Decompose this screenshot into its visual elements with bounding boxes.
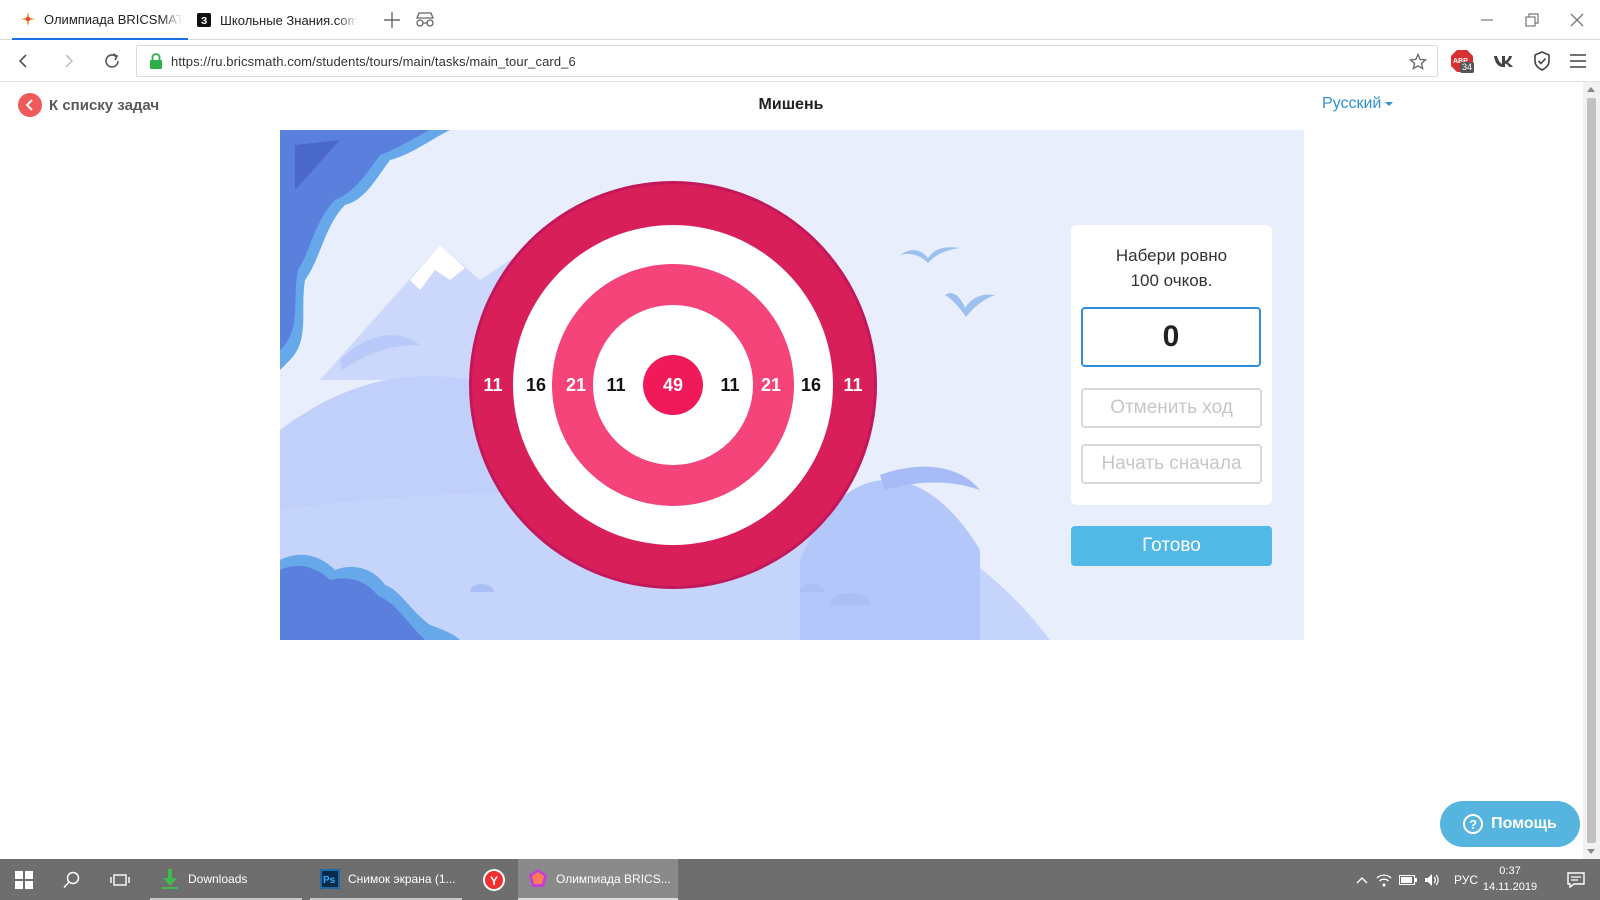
back-arrow-icon[interactable] — [12, 49, 36, 73]
done-button[interactable]: Готово — [1071, 526, 1272, 566]
taskbar-clock[interactable]: 0:37 14.11.2019 — [1478, 863, 1542, 895]
tab-bricsmath[interactable]: Олимпиада BRICSMATH — [12, 0, 188, 40]
windows-start-icon[interactable] — [0, 859, 48, 900]
taskbar-app-label: Снимок экрана (1... — [348, 871, 456, 886]
adblock-icon[interactable]: ABP 34 — [1450, 49, 1475, 73]
undo-move-button[interactable]: Отменить ход — [1081, 388, 1262, 428]
photoshop-icon: Ps — [320, 868, 340, 889]
adblock-count-badge: 34 — [1460, 62, 1475, 73]
keyboard-language[interactable]: РУС — [1454, 873, 1478, 887]
forward-arrow-icon[interactable] — [56, 49, 80, 73]
scroll-down-arrow-icon[interactable] — [1587, 849, 1595, 854]
restart-button[interactable]: Начать сначала — [1081, 444, 1262, 484]
tab-znania[interactable]: З Школьные Знания.com — [196, 0, 366, 40]
help-button[interactable]: ? Помощь — [1440, 801, 1580, 847]
ring-label-11[interactable]: 11 — [596, 373, 636, 397]
znania-favicon-icon: З — [196, 12, 212, 28]
task-panel: Набери ровно 100 очков. 0 Отменить ход Н… — [1071, 225, 1272, 505]
menu-hamburger-icon[interactable] — [1566, 49, 1590, 73]
download-arrow-icon — [160, 868, 180, 889]
score-display: 0 — [1081, 307, 1261, 367]
ring-label-11[interactable]: 11 — [833, 373, 873, 397]
scrollbar-thumb[interactable] — [1587, 98, 1596, 843]
volume-icon[interactable] — [1420, 873, 1444, 887]
windows-taskbar: Downloads Ps Снимок экрана (1... Y Олимп… — [0, 859, 1600, 900]
notifications-icon[interactable] — [1552, 859, 1600, 900]
taskbar-app-photoshop[interactable]: Ps Снимок экрана (1... — [310, 859, 462, 900]
page-content: К списку задач Мишень Русский 11 16 21 1… — [0, 82, 1583, 859]
task-instruction: Набери ровно 100 очков. — [1071, 243, 1272, 293]
taskbar-app-label: Олимпиада BRICS... — [556, 871, 671, 886]
incognito-icon[interactable] — [412, 8, 438, 32]
tab-title: Олимпиада BRICSMATH — [44, 11, 182, 27]
clock-time: 0:37 — [1499, 865, 1521, 877]
bricsmath-favicon-icon — [20, 11, 36, 27]
lock-icon — [149, 53, 163, 69]
system-tray: РУС — [1352, 859, 1478, 900]
caret-down-icon — [1385, 102, 1394, 106]
ring-label-21[interactable]: 21 — [751, 373, 791, 397]
page-title: Мишень — [758, 96, 824, 113]
new-tab-plus-icon[interactable] — [379, 8, 405, 32]
ring-label-11[interactable]: 11 — [473, 373, 513, 397]
task-line-1: Набери ровно — [1115, 246, 1228, 265]
taskbar-app-browser[interactable]: Олимпиада BRICS... — [518, 859, 678, 900]
ring-label-21[interactable]: 21 — [556, 373, 596, 397]
battery-icon[interactable] — [1396, 874, 1420, 885]
url-text: https://ru.bricsmath.com/students/tours/… — [171, 53, 576, 69]
scroll-up-arrow-icon[interactable] — [1587, 87, 1595, 92]
bookmark-star-icon[interactable] — [1408, 52, 1428, 71]
address-bar[interactable]: https://ru.bricsmath.com/students/tours/… — [136, 45, 1438, 77]
shield-check-icon[interactable] — [1530, 49, 1554, 73]
language-label: Русский — [1322, 95, 1382, 112]
back-to-tasks-link[interactable]: К списку задач — [18, 93, 159, 117]
bullseye-label-49[interactable]: 49 — [653, 373, 693, 397]
ring-label-16[interactable]: 16 — [791, 373, 831, 397]
taskbar-app-label: Downloads — [188, 871, 248, 886]
restore-icon[interactable] — [1509, 0, 1555, 40]
chevron-left-icon — [18, 93, 42, 117]
help-label: Помощь — [1491, 815, 1557, 832]
question-mark-icon: ? — [1463, 814, 1484, 834]
minimize-icon[interactable] — [1464, 0, 1510, 40]
browser-gem-icon — [528, 868, 548, 889]
vk-icon[interactable] — [1492, 49, 1516, 73]
svg-text:Ps: Ps — [323, 875, 336, 886]
wifi-icon[interactable] — [1372, 873, 1396, 887]
browser-tab-strip: Олимпиада BRICSMATH З Школьные Знания.co… — [0, 0, 1600, 40]
search-icon[interactable] — [48, 859, 96, 900]
ring-label-11[interactable]: 11 — [710, 373, 750, 397]
yandex-browser-icon[interactable]: Y — [470, 859, 518, 900]
clock-date: 14.11.2019 — [1482, 881, 1538, 893]
tab-title: Школьные Знания.com — [220, 12, 358, 28]
task-line-2: 100 очков. — [1130, 271, 1213, 290]
ring-label-16[interactable]: 16 — [516, 373, 556, 397]
language-selector[interactable]: Русский — [1322, 95, 1394, 113]
back-link-label: К списку задач — [49, 96, 160, 114]
browser-navbar: https://ru.bricsmath.com/students/tours/… — [0, 40, 1600, 82]
close-window-icon[interactable] — [1554, 0, 1600, 40]
chevron-up-icon[interactable] — [1352, 876, 1372, 884]
svg-text:Y: Y — [490, 874, 498, 888]
taskbar-app-downloads[interactable]: Downloads — [150, 859, 302, 900]
svg-text:З: З — [201, 16, 207, 27]
page-scrollbar[interactable] — [1583, 82, 1600, 859]
reload-icon[interactable] — [100, 49, 124, 73]
task-view-icon[interactable] — [96, 859, 144, 900]
